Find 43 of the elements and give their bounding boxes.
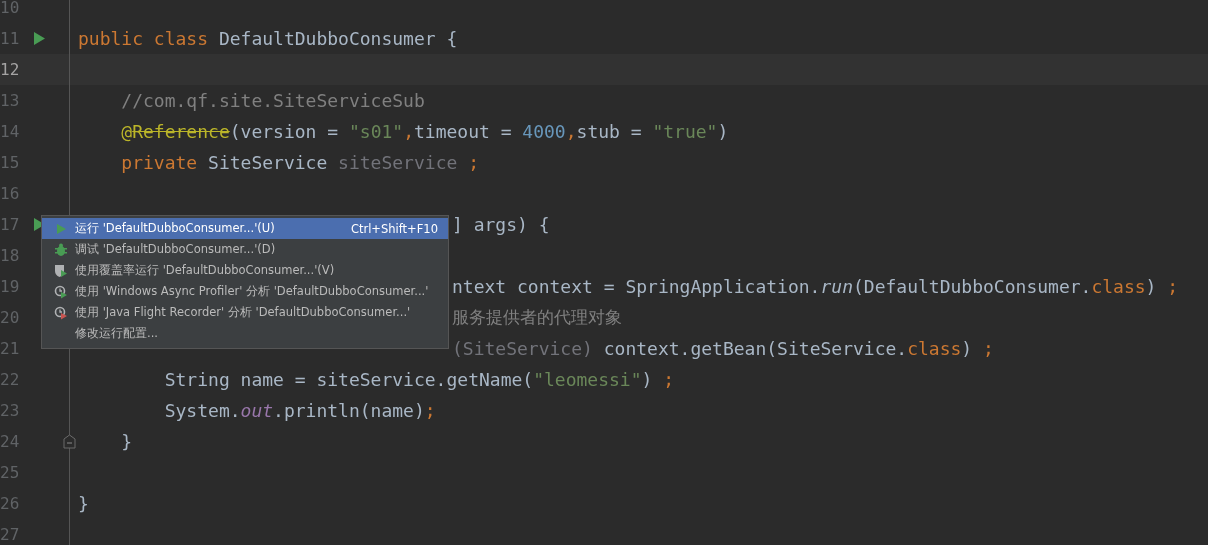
code-line: //com.qf.site.SiteServiceSub — [120, 90, 425, 111]
code-line: public class DefaultDubboConsumer { — [78, 28, 458, 49]
run-icon[interactable] — [33, 31, 46, 46]
line-number: 17 — [0, 215, 21, 234]
menu-item[interactable]: 使用覆盖率运行 'DefaultDubboConsumer...'(V) — [42, 260, 448, 281]
line-number: 27 — [0, 525, 21, 544]
line-number: 25 — [0, 463, 21, 482]
menu-item[interactable]: 修改运行配置... — [42, 323, 448, 344]
line-number: 12 — [0, 60, 21, 79]
code-line: String name = siteService.getName("leomessi") ; — [163, 369, 675, 390]
line-number: 19 — [0, 277, 21, 296]
menu-item[interactable]: 运行 'DefaultDubboConsumer...'(U) Ctrl+Shift+F10 — [42, 218, 448, 239]
code-line: } — [78, 493, 89, 514]
code-line: (SiteService) context.getBean(SiteService.class) ; — [452, 338, 994, 359]
code-line: ntext context = SpringApplication.run(DefaultDubboConsumer.class) ; — [452, 276, 1179, 297]
fold-icon[interactable] — [63, 434, 76, 449]
line-number: 24 — [0, 432, 21, 451]
code-line: } — [120, 431, 133, 452]
line-number: 21 — [0, 339, 21, 358]
code-line: @Reference(version = "s01",timeout = 4000,stub = "true") — [120, 121, 729, 142]
bug-icon — [54, 242, 68, 257]
run-icon — [54, 221, 68, 236]
menu-item[interactable]: 使用 'Windows Async Profiler' 分析 'DefaultDubboConsumer...' — [42, 281, 448, 302]
line-number: 23 — [0, 401, 21, 420]
line-number: 22 — [0, 370, 21, 389]
line-number: 10 — [0, 0, 21, 17]
clock-record-icon — [54, 305, 68, 320]
line-number: 20 — [0, 308, 21, 327]
code-line: 服务提供者的代理对象 — [452, 306, 622, 329]
line-number: 15 — [0, 153, 21, 172]
line-number: 26 — [0, 494, 21, 513]
line-number: 13 — [0, 91, 21, 110]
code-line: private SiteService siteService ; — [120, 152, 479, 173]
code-line: System.out.println(name); — [163, 400, 436, 421]
menu-item[interactable]: 使用 'Java Flight Recorder' 分析 'DefaultDubboConsumer...' — [42, 302, 448, 323]
line-number: 18 — [0, 246, 21, 265]
clock-run-icon — [54, 284, 68, 299]
line-number: 11 — [0, 29, 21, 48]
code-line: ] args) { — [452, 214, 550, 235]
shield-run-icon — [54, 263, 68, 278]
line-number: 14 — [0, 122, 21, 141]
menu-item[interactable]: 调试 'DefaultDubboConsumer...'(D) — [42, 239, 448, 260]
line-number: 16 — [0, 184, 21, 203]
